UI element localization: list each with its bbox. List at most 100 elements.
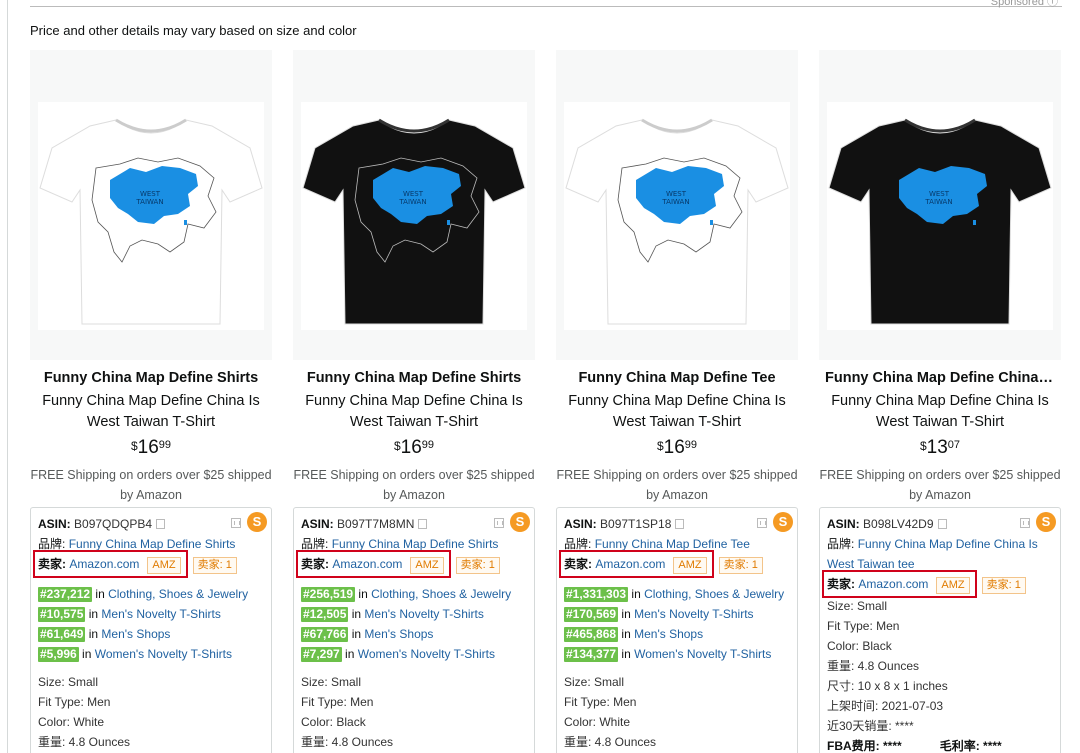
rank-category-link[interactable]: Men's Novelty T-Shirts: [634, 607, 753, 621]
price-whole: 13: [926, 437, 948, 458]
rank-in: in: [345, 647, 355, 661]
seller-link[interactable]: Amazon.com: [858, 577, 928, 591]
product-image-area[interactable]: WEST TAIWAN: [30, 50, 272, 360]
rank-row: #5,996 in Women's Novelty T-Shirts: [38, 644, 267, 664]
rank-category-link[interactable]: Clothing, Shoes & Jewelry: [371, 587, 511, 601]
brand-link[interactable]: Funny China Map Define Shirts: [69, 537, 236, 551]
rank-row: #256,519 in Clothing, Shoes & Jewelry: [301, 584, 530, 604]
rank-category-link[interactable]: Women's Novelty T-Shirts: [634, 647, 771, 661]
copy-icon[interactable]: [156, 519, 166, 529]
amz-badge: AMZ: [147, 557, 181, 574]
seller-row: 卖家: Amazon.com AMZ 卖家: 1: [559, 550, 793, 578]
product-title[interactable]: Funny China Map Define Shirts: [30, 370, 272, 386]
product-card[interactable]: WEST TAIWAN Funny China Map Define Shirt…: [30, 50, 272, 753]
shipping-line: by Amazon: [383, 488, 445, 502]
product-image-area[interactable]: WEST TAIWAN: [293, 50, 535, 360]
rank-badge: #10,575: [38, 607, 86, 622]
product-title[interactable]: Funny China Map Define China I...: [819, 370, 1061, 386]
price-fraction: 99: [421, 439, 435, 451]
detail-row: 尺寸: 10 x 8 x 1 inches: [827, 679, 948, 693]
rank-row: #465,868 in Men's Shops: [564, 624, 793, 644]
brand-label: 品牌:: [38, 537, 66, 551]
rank-category-link[interactable]: Clothing, Shoes & Jewelry: [644, 587, 784, 601]
detail-row: Fit Type: Men: [301, 695, 374, 709]
rank-in: in: [88, 607, 99, 621]
rank-in: in: [351, 627, 362, 641]
top-divider: [30, 6, 1062, 7]
tshirt-image: WEST TAIWAN: [828, 118, 1052, 325]
product-image[interactable]: WEST TAIWAN: [827, 102, 1053, 330]
product-subtitle[interactable]: Funny China Map Define China Is West Taiw…: [30, 391, 272, 433]
rank-category-link[interactable]: Men's Shops: [101, 627, 170, 641]
subtitle-line: Funny China Map Define China Is: [831, 393, 1049, 409]
rank-badge: #5,996: [38, 647, 79, 662]
seller-highlight: 卖家: Amazon.com AMZ: [559, 550, 714, 578]
product-subtitle[interactable]: Funny China Map Define China Is West Taiw…: [293, 391, 535, 433]
asin-label: ASIN:: [564, 517, 597, 531]
product-card[interactable]: WEST TAIWAN Funny China Map Define Tee Fu…: [556, 50, 798, 753]
svg-text:WEST: WEST: [140, 190, 161, 198]
seller-row: 卖家: Amazon.com AMZ 卖家: 1: [33, 550, 267, 578]
product-image-area[interactable]: WEST TAIWAN: [819, 50, 1061, 360]
rank-category-link[interactable]: Men's Novelty T-Shirts: [364, 607, 483, 621]
copy-icon[interactable]: [418, 519, 428, 529]
product-title[interactable]: Funny China Map Define Tee: [556, 370, 798, 386]
product-card[interactable]: WEST TAIWAN Funny China Map Define China…: [819, 50, 1061, 753]
product-price: $1699: [293, 437, 535, 459]
rank-category-link[interactable]: Men's Shops: [364, 627, 433, 641]
shipping-line: FREE Shipping on orders over $25 shipped: [819, 468, 1061, 482]
product-card[interactable]: WEST TAIWAN Funny China Map Define Shirt…: [293, 50, 535, 753]
subtitle-line: Funny China Map Define China Is: [305, 393, 523, 409]
seller-link[interactable]: Amazon.com: [595, 557, 665, 571]
product-image-area[interactable]: WEST TAIWAN: [556, 50, 798, 360]
detail-row: 重量: 4.8 Ounces: [827, 659, 920, 673]
shipping-info: FREE Shipping on orders over $25 shipped…: [813, 465, 1067, 505]
extension-panel: S ASIN: B097QDQPB4 品牌: Funny China Map Def…: [30, 507, 272, 753]
brand-link[interactable]: Funny China Map Define Shirts: [332, 537, 499, 551]
seller-row: 卖家: Amazon.com AMZ 卖家: 1: [822, 570, 1056, 598]
rank-badge: #7,297: [301, 647, 342, 662]
rank-category-link[interactable]: Men's Shops: [634, 627, 703, 641]
product-price: $1699: [30, 437, 272, 459]
brand-link[interactable]: Funny China Map Define China Is: [858, 537, 1038, 551]
brand-link[interactable]: Funny China Map Define Tee: [595, 537, 750, 551]
shipping-line: by Amazon: [909, 488, 971, 502]
rank-category-link[interactable]: Men's Novelty T-Shirts: [101, 607, 220, 621]
rank-category-link[interactable]: Women's Novelty T-Shirts: [358, 647, 495, 661]
sponsored-label[interactable]: Sponsored ⓘ: [991, 0, 1058, 9]
brand-link[interactable]: West Taiwan tee: [827, 557, 915, 571]
seller-link[interactable]: Amazon.com: [332, 557, 402, 571]
svg-text:TAIWAN: TAIWAN: [398, 198, 426, 206]
shipping-info: FREE Shipping on orders over $25 shipped…: [287, 465, 541, 505]
product-subtitle[interactable]: Funny China Map Define China Is West Taiw…: [556, 391, 798, 433]
detail-row: Size: Small: [38, 675, 99, 689]
rank-row: #237,212 in Clothing, Shoes & Jewelry: [38, 584, 267, 604]
svg-text:WEST: WEST: [929, 190, 950, 198]
product-title[interactable]: Funny China Map Define Shirts: [293, 370, 535, 386]
rank-category-link[interactable]: Women's Novelty T-Shirts: [95, 647, 232, 661]
seller-link[interactable]: Amazon.com: [69, 557, 139, 571]
product-image[interactable]: WEST TAIWAN: [38, 102, 264, 330]
product-image[interactable]: WEST TAIWAN: [301, 102, 527, 330]
seller-label: 卖家:: [301, 557, 329, 571]
rank-badge: #67,766: [301, 627, 349, 642]
product-subtitle[interactable]: Funny China Map Define China Is West Taiw…: [819, 391, 1061, 433]
tshirt-image: WEST TAIWAN: [302, 118, 526, 325]
rank-in: in: [82, 647, 92, 661]
seller-highlight: 卖家: Amazon.com AMZ: [296, 550, 451, 578]
product-image[interactable]: WEST TAIWAN: [564, 102, 790, 330]
copy-icon[interactable]: [675, 519, 685, 529]
subtitle-line: West Taiwan T-Shirt: [875, 414, 1005, 430]
price-symbol: $: [656, 439, 664, 453]
rank-category-link[interactable]: Clothing, Shoes & Jewelry: [108, 587, 248, 601]
rank-badge: #237,212: [38, 587, 93, 602]
seller-label: 卖家:: [827, 577, 855, 591]
svg-text:WEST: WEST: [666, 190, 687, 198]
left-border: [7, 0, 8, 753]
seller-count-badge: 卖家: 1: [981, 577, 1026, 594]
rank-in: in: [95, 587, 105, 601]
seller-label: 卖家:: [38, 557, 66, 571]
copy-icon[interactable]: [937, 519, 947, 529]
